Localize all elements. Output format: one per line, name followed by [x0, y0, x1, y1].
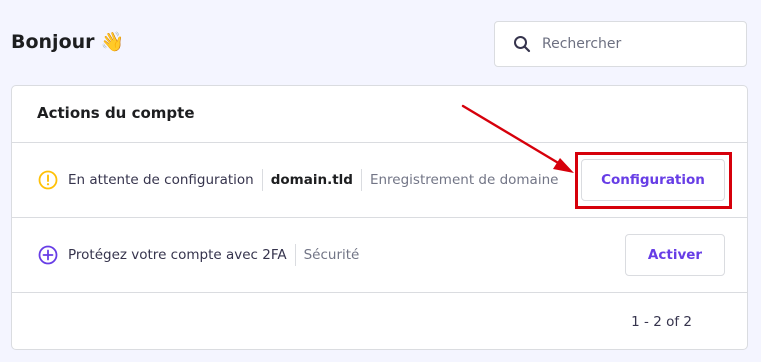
- card-title: Actions du compte: [37, 104, 195, 122]
- separator: [360, 169, 362, 191]
- plus-circle-icon: [38, 245, 58, 265]
- activate-button[interactable]: Activer: [625, 234, 725, 276]
- action-row-2fa: Protégez votre compte avec 2FA Sécurité …: [12, 218, 747, 292]
- search-box[interactable]: Rechercher: [494, 21, 747, 67]
- action-category: Sécurité: [303, 247, 360, 263]
- waving-hand-icon: 👋: [100, 31, 125, 53]
- domain-name: domain.tld: [270, 172, 353, 188]
- account-actions-card: Actions du compte En attente de configur…: [11, 85, 748, 350]
- divider: [12, 292, 747, 293]
- pagination-info: 1 - 2 of 2: [631, 314, 692, 330]
- warning-circle-icon: [38, 170, 58, 190]
- search-input[interactable]: Rechercher: [542, 36, 621, 52]
- action-2fa-text: Protégez votre compte avec 2FA: [68, 247, 287, 263]
- separator: [261, 169, 263, 191]
- greeting-text: Bonjour: [11, 30, 95, 53]
- separator: [294, 244, 296, 266]
- action-category: Enregistrement de domaine: [369, 172, 559, 188]
- search-icon: [512, 34, 532, 54]
- action-status-text: En attente de configuration: [68, 172, 254, 188]
- page-greeting: Bonjour 👋: [11, 30, 125, 54]
- highlight-box: [575, 152, 732, 209]
